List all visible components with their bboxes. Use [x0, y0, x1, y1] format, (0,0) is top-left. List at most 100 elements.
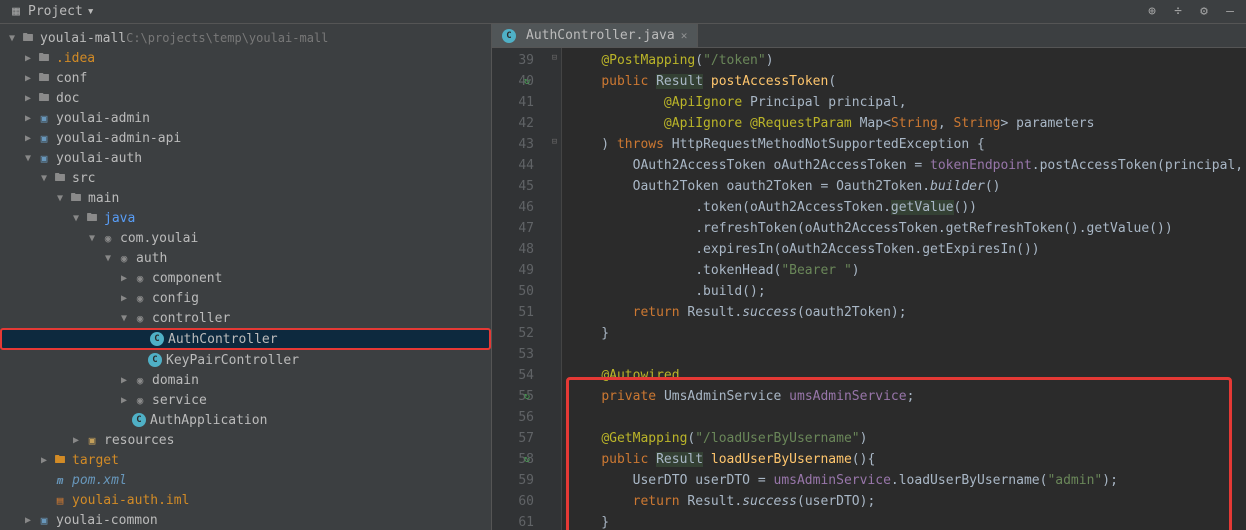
- code-line[interactable]: Oauth2Token oauth2Token = Oauth2Token.bu…: [570, 176, 1246, 197]
- close-icon[interactable]: ✕: [681, 29, 688, 42]
- tree-item-pom-xml[interactable]: mpom.xml: [0, 470, 491, 490]
- expand-arrow-icon[interactable]: ▼: [6, 33, 18, 44]
- fold-gutter[interactable]: [548, 342, 561, 363]
- fold-gutter[interactable]: [548, 258, 561, 279]
- code-line[interactable]: }: [570, 512, 1246, 530]
- tree-item-youlai-auth[interactable]: ▼▣youlai-auth: [0, 148, 491, 168]
- fold-gutter[interactable]: [548, 279, 561, 300]
- tree-item-service[interactable]: ▶◉service: [0, 390, 491, 410]
- fold-gutter[interactable]: [548, 510, 561, 530]
- code-line[interactable]: ) throws HttpRequestMethodNotSupportedEx…: [570, 134, 1246, 155]
- tree-item-youlai-auth-iml[interactable]: ▤youlai-auth.iml: [0, 490, 491, 510]
- expand-arrow-icon[interactable]: ▼: [118, 313, 130, 324]
- expand-arrow-icon[interactable]: ▶: [22, 53, 34, 64]
- fold-gutter[interactable]: [548, 468, 561, 489]
- expand-arrow-icon[interactable]: ▶: [22, 93, 34, 104]
- tree-item-authapplication[interactable]: CAuthApplication: [0, 410, 491, 430]
- code-line[interactable]: return Result.success(oauth2Token);: [570, 302, 1246, 323]
- code-line[interactable]: }: [570, 323, 1246, 344]
- code-line[interactable]: @ApiIgnore @RequestParam Map<String, Str…: [570, 113, 1246, 134]
- expand-arrow-icon[interactable]: ▶: [118, 395, 130, 406]
- code-line[interactable]: public Result postAccessToken(: [570, 71, 1246, 92]
- gutter-override-icon[interactable]: ↻: [522, 71, 532, 92]
- tree-item-keypaircontroller[interactable]: CKeyPairController: [0, 350, 491, 370]
- tree-item-doc[interactable]: ▶🖿doc: [0, 88, 491, 108]
- tree-item-youlai-admin-api[interactable]: ▶▣youlai-admin-api: [0, 128, 491, 148]
- fold-gutter[interactable]: [548, 300, 561, 321]
- target-icon[interactable]: ⊕: [1144, 4, 1160, 20]
- expand-arrow-icon[interactable]: ▶: [22, 113, 34, 124]
- fold-gutter[interactable]: [548, 363, 561, 384]
- code-line[interactable]: @PostMapping("/token"): [570, 50, 1246, 71]
- gutter-override-icon[interactable]: ↻: [522, 449, 532, 470]
- code-line[interactable]: [570, 407, 1246, 428]
- fold-gutter[interactable]: [548, 216, 561, 237]
- code-line[interactable]: OAuth2AccessToken oAuth2AccessToken = to…: [570, 155, 1246, 176]
- fold-gutter[interactable]: [548, 237, 561, 258]
- tree-item-youlai-admin[interactable]: ▶▣youlai-admin: [0, 108, 491, 128]
- toolbar-chevron-icon[interactable]: ▾: [87, 4, 95, 19]
- code-line[interactable]: .token(oAuth2AccessToken.getValue()): [570, 197, 1246, 218]
- code-line[interactable]: .expiresIn(oAuth2AccessToken.getExpiresI…: [570, 239, 1246, 260]
- tree-item-youlai-mall[interactable]: ▼🖿youlai-mall C:\projects\temp\youlai-ma…: [0, 28, 491, 48]
- code-line[interactable]: private UmsAdminService umsAdminService;: [570, 386, 1246, 407]
- tree-item-conf[interactable]: ▶🖿conf: [0, 68, 491, 88]
- expand-arrow-icon[interactable]: ▶: [22, 73, 34, 84]
- tree-item-com-youlai[interactable]: ▼◉com.youlai: [0, 228, 491, 248]
- code-line[interactable]: .refreshToken(oAuth2AccessToken.getRefre…: [570, 218, 1246, 239]
- tree-item-resources[interactable]: ▶▣resources: [0, 430, 491, 450]
- fold-gutter[interactable]: ⊟: [548, 132, 561, 153]
- expand-arrow-icon[interactable]: ▼: [70, 213, 82, 224]
- expand-arrow-icon[interactable]: ▶: [38, 455, 50, 466]
- expand-arrow-icon[interactable]: ▼: [22, 153, 34, 164]
- project-tree[interactable]: ▼🖿youlai-mall C:\projects\temp\youlai-ma…: [0, 24, 492, 530]
- fold-gutter[interactable]: [548, 489, 561, 510]
- fold-gutter[interactable]: [548, 426, 561, 447]
- fold-gutter[interactable]: ⊟: [548, 48, 561, 69]
- fold-gutter[interactable]: [548, 447, 561, 468]
- expand-arrow-icon[interactable]: ▶: [118, 273, 130, 284]
- code-line[interactable]: @Autowired: [570, 365, 1246, 386]
- fold-gutter[interactable]: [548, 195, 561, 216]
- code-line[interactable]: @GetMapping("/loadUserByUsername"): [570, 428, 1246, 449]
- tab-authcontroller[interactable]: C AuthController.java ✕: [492, 24, 698, 47]
- tree-item-domain[interactable]: ▶◉domain: [0, 370, 491, 390]
- expand-arrow-icon[interactable]: ▶: [118, 375, 130, 386]
- expand-arrow-icon[interactable]: ▼: [54, 193, 66, 204]
- fold-gutter[interactable]: [548, 111, 561, 132]
- expand-arrow-icon[interactable]: ▶: [118, 293, 130, 304]
- fold-gutter[interactable]: [548, 153, 561, 174]
- tree-item-component[interactable]: ▶◉component: [0, 268, 491, 288]
- fold-gutter[interactable]: [548, 321, 561, 342]
- code-line[interactable]: return Result.success(userDTO);: [570, 491, 1246, 512]
- code-line[interactable]: .tokenHead("Bearer "): [570, 260, 1246, 281]
- expand-arrow-icon[interactable]: ▶: [70, 435, 82, 446]
- expand-arrow-icon[interactable]: ▼: [86, 233, 98, 244]
- tree-item--idea[interactable]: ▶🖿.idea: [0, 48, 491, 68]
- tree-item-auth[interactable]: ▼◉auth: [0, 248, 491, 268]
- fold-gutter[interactable]: [548, 405, 561, 426]
- gear-icon[interactable]: ⚙: [1196, 4, 1212, 20]
- code-line[interactable]: [570, 344, 1246, 365]
- code-line[interactable]: public Result loadUserByUsername(){: [570, 449, 1246, 470]
- gutter-override-icon[interactable]: ↻: [522, 386, 532, 407]
- expand-arrow-icon[interactable]: ▼: [38, 173, 50, 184]
- tree-item-config[interactable]: ▶◉config: [0, 288, 491, 308]
- fold-gutter[interactable]: [548, 90, 561, 111]
- tree-item-main[interactable]: ▼🖿main: [0, 188, 491, 208]
- tree-item-youlai-common[interactable]: ▶▣youlai-common: [0, 510, 491, 530]
- tree-item-src[interactable]: ▼🖿src: [0, 168, 491, 188]
- tree-item-controller[interactable]: ▼◉controller: [0, 308, 491, 328]
- fold-gutter[interactable]: [548, 384, 561, 405]
- fold-gutter[interactable]: [548, 174, 561, 195]
- expand-arrow-icon[interactable]: ▶: [22, 515, 34, 526]
- code-line[interactable]: UserDTO userDTO = umsAdminService.loadUs…: [570, 470, 1246, 491]
- fold-gutter[interactable]: [548, 69, 561, 90]
- code-line[interactable]: .build();: [570, 281, 1246, 302]
- minimize-icon[interactable]: —: [1222, 4, 1238, 20]
- expand-arrow-icon[interactable]: ▼: [102, 253, 114, 264]
- expand-arrow-icon[interactable]: ▶: [22, 133, 34, 144]
- tree-item-authcontroller[interactable]: CAuthController: [0, 328, 491, 350]
- code-line[interactable]: @ApiIgnore Principal principal,: [570, 92, 1246, 113]
- code-editor[interactable]: 3940↻414243444546474849505152535455↻5657…: [492, 48, 1246, 530]
